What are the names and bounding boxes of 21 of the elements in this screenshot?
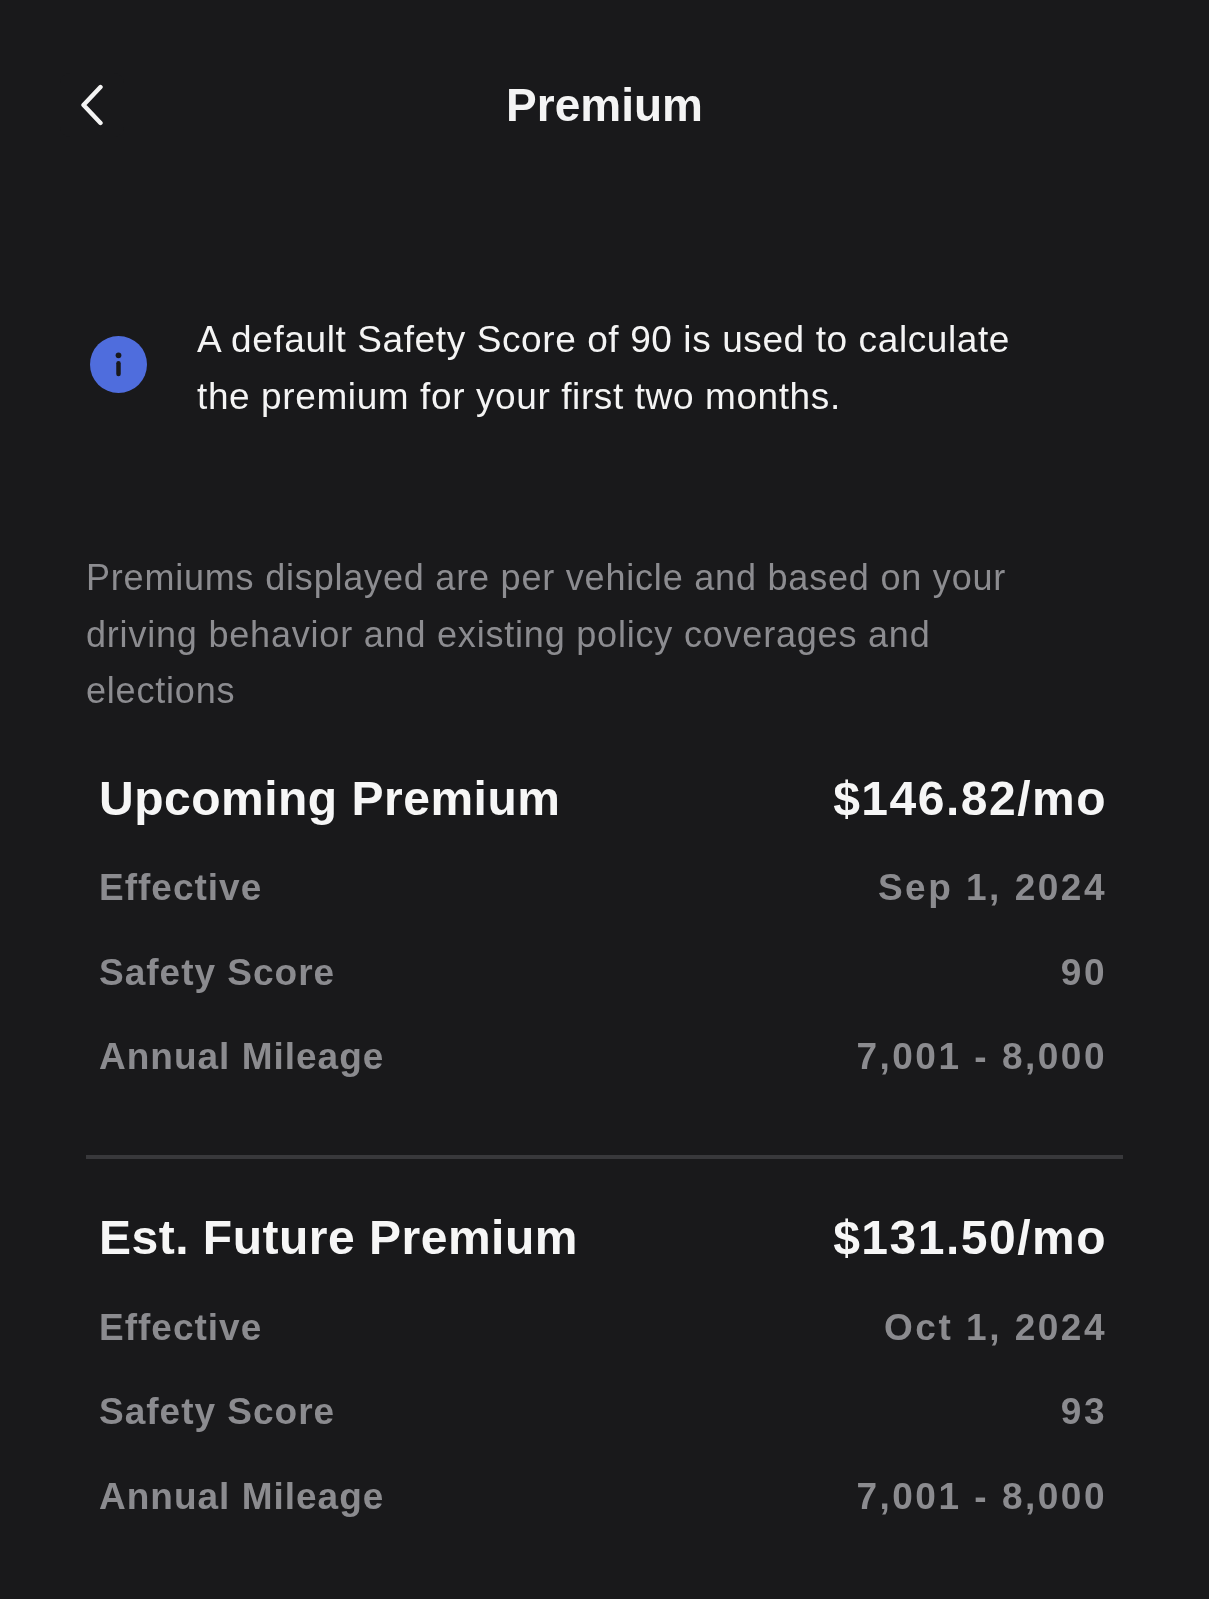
row-value: 90	[1060, 950, 1107, 995]
row-label: Safety Score	[99, 1390, 336, 1434]
row-value: 7,001 - 8,000	[856, 1474, 1107, 1519]
info-icon	[90, 336, 147, 393]
chevron-left-icon	[80, 84, 104, 126]
premium-amount: $131.50/mo	[833, 1210, 1107, 1266]
row-label: Annual Mileage	[99, 1035, 385, 1079]
premium-amount: $146.82/mo	[833, 770, 1107, 827]
section-title: Est. Future Premium	[99, 1210, 578, 1266]
row-value: 7,001 - 8,000	[856, 1035, 1107, 1079]
row-label: Safety Score	[99, 950, 336, 995]
row-value: 93	[1060, 1390, 1107, 1434]
row-value: Sep 1, 2024	[877, 866, 1107, 910]
row-value: Oct 1, 2024	[884, 1305, 1107, 1350]
disclaimer-text: Premiums displayed are per vehicle and based on your driving behavior and existing policy coverages and elections	[86, 556, 1008, 713]
row-label: Effective	[99, 866, 263, 910]
row-label: Effective	[99, 1305, 263, 1350]
row-label: Annual Mileage	[99, 1474, 385, 1519]
section-title: Upcoming Premium	[99, 770, 561, 827]
info-text: A default Safety Score of 90 is used to calculate the premium for your first two months.	[197, 318, 1012, 419]
page-title: Premium	[506, 78, 703, 133]
